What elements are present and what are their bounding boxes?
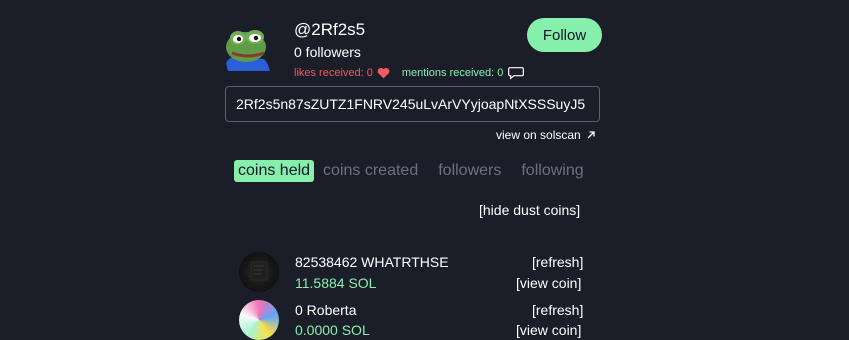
- profile-avatar: [224, 23, 272, 71]
- coin-value: 0.0000 SOL: [295, 322, 370, 338]
- profile-tabs: coins held coins created followers follo…: [234, 160, 600, 182]
- view-coin-link[interactable]: [view coin]: [516, 322, 581, 338]
- mentions-received: mentions received: 0: [402, 66, 525, 80]
- view-on-solscan-link[interactable]: view on solscan: [496, 128, 596, 142]
- tab-following[interactable]: following: [517, 160, 587, 182]
- refresh-button[interactable]: [refresh]: [532, 302, 583, 318]
- coin-value: 11.5884 SOL: [295, 275, 377, 291]
- chat-bubble-icon: [508, 67, 525, 80]
- tab-followers[interactable]: followers: [434, 160, 505, 182]
- followers-count: 0 followers: [294, 44, 361, 60]
- likes-received: likes received: 0: [294, 67, 390, 79]
- coin-name: 82538462 WHATRTHSE: [295, 254, 449, 270]
- coin-image: [239, 300, 279, 340]
- profile-username: @2Rf2s5: [294, 20, 366, 39]
- refresh-button[interactable]: [refresh]: [532, 254, 583, 270]
- hide-dust-coins-button[interactable]: [hide dust coins]: [479, 202, 580, 218]
- arrow-up-right-icon: [587, 131, 595, 139]
- solscan-label: view on solscan: [496, 128, 581, 142]
- follow-button[interactable]: Follow: [527, 18, 602, 52]
- tab-coins-held[interactable]: coins held: [234, 160, 315, 182]
- mentions-received-label: mentions received: 0: [401, 67, 504, 79]
- tab-coins-created[interactable]: coins created: [319, 160, 422, 182]
- likes-received-label: likes received: 0: [294, 67, 373, 79]
- wallet-address-field[interactable]: 2Rf2s5n87sZUTZ1FNRV245uLvArVYyjoapNtXSSS…: [225, 86, 600, 122]
- coin-name: 0 Roberta: [295, 302, 357, 318]
- heart-icon: [377, 67, 390, 79]
- profile-stats: likes received: 0 mentions received: 0: [294, 66, 525, 80]
- coin-image: [239, 252, 279, 292]
- wallet-address-text: 2Rf2s5n87sZUTZ1FNRV245uLvArVYyjoapNtXSSS…: [236, 96, 586, 112]
- view-coin-link[interactable]: [view coin]: [516, 275, 581, 291]
